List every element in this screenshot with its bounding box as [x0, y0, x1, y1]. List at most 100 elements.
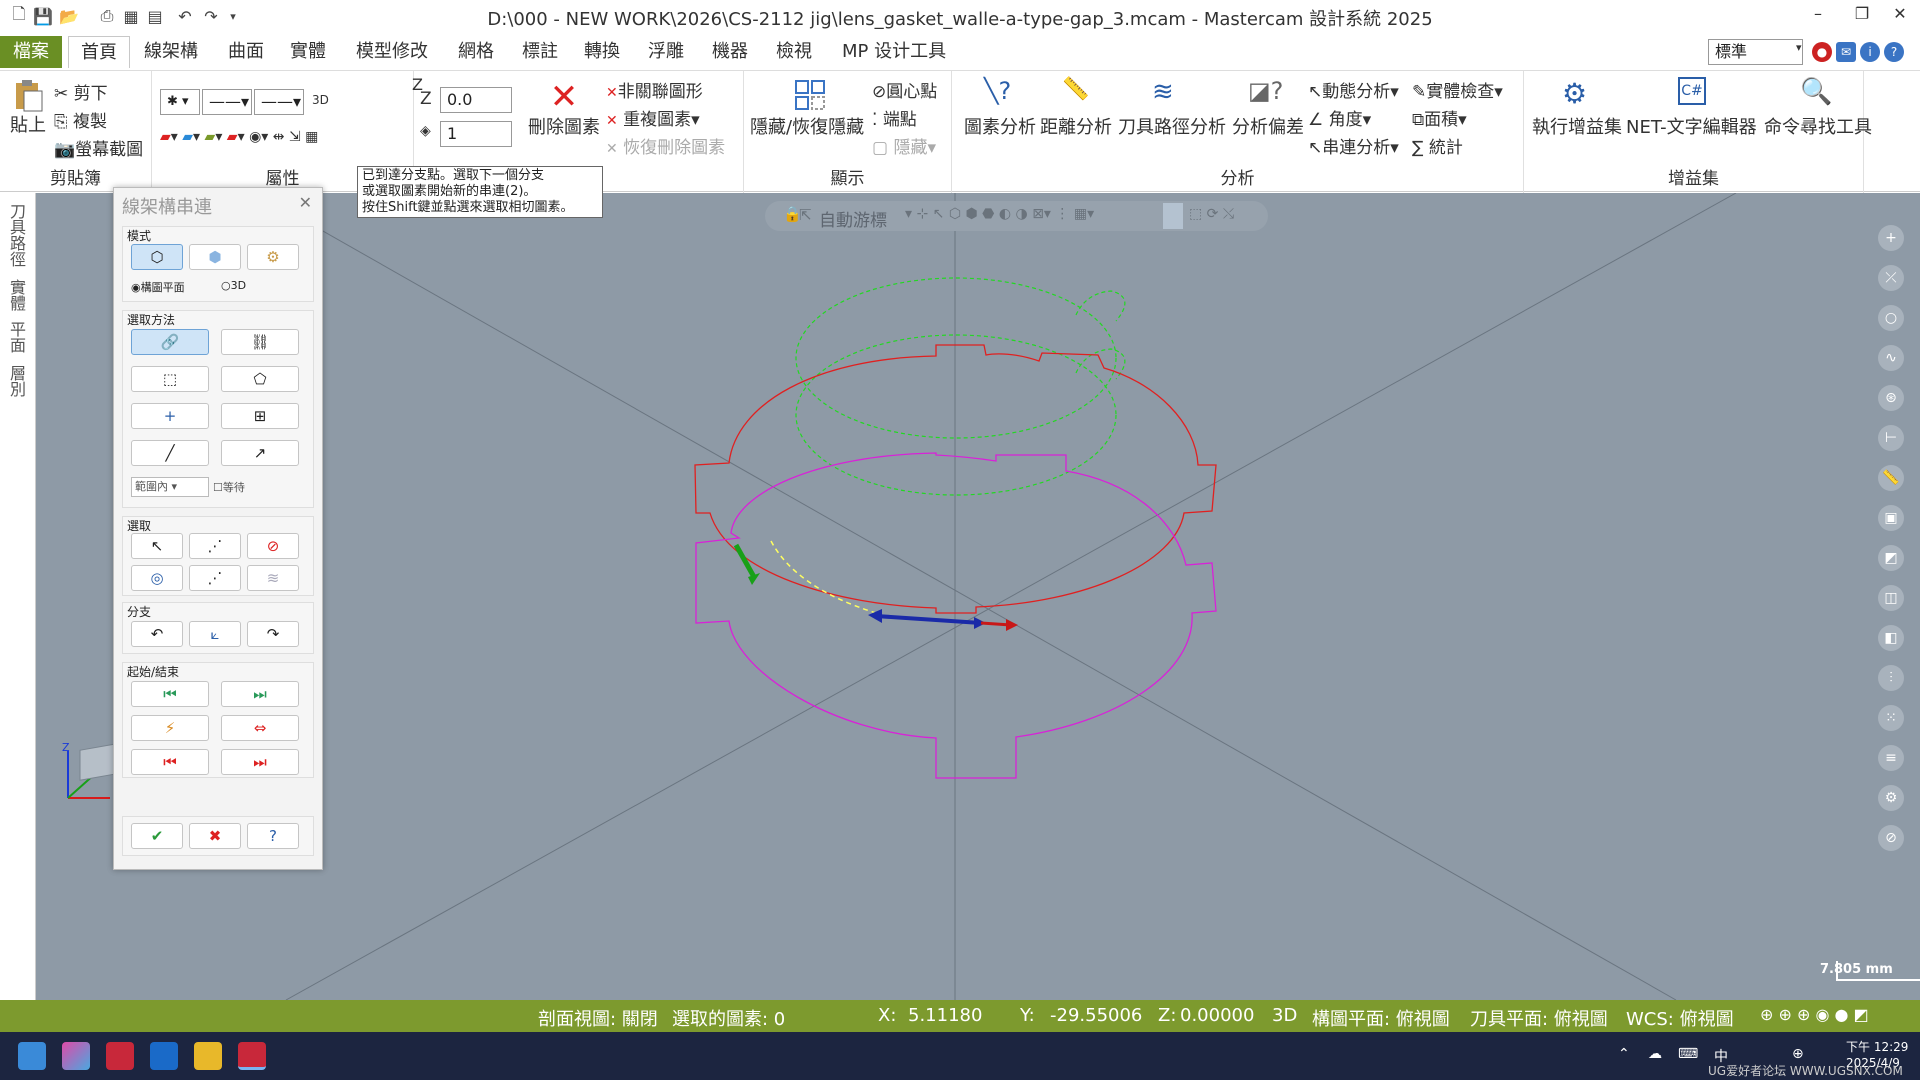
- display-mode-icons[interactable]: ⊕ ⊕ ⊕ ◉ ● ◩: [1760, 1005, 1869, 1024]
- color-icon[interactable]: ◧: [1878, 625, 1904, 651]
- undelete-button[interactable]: ✕ 恢復刪除圖素: [606, 133, 725, 158]
- dynamic-analysis-button[interactable]: ↖動態分析▾: [1308, 77, 1399, 102]
- chain-analysis-button[interactable]: ↖串連分析▾: [1308, 133, 1399, 158]
- solid-color-icon[interactable]: ▰: [182, 129, 193, 145]
- hide-unhide-button[interactable]: 隱藏/恢復隱藏: [750, 113, 864, 139]
- tab-toolpaths[interactable]: 刀具路徑: [7, 203, 28, 267]
- tab-file[interactable]: 檔案: [0, 36, 62, 68]
- deviation-analysis-icon[interactable]: ◪?: [1248, 77, 1284, 113]
- statistics-button[interactable]: ∑ 統計: [1412, 133, 1463, 158]
- tab-solids[interactable]: 實體: [278, 36, 338, 68]
- close-icon[interactable]: ✕: [299, 193, 312, 212]
- outlook-icon[interactable]: [150, 1042, 178, 1070]
- tab-relief[interactable]: 浮雕: [636, 36, 696, 68]
- start-forward-button[interactable]: ⏭: [221, 681, 299, 707]
- distance-analysis-icon[interactable]: 📏: [1062, 77, 1098, 113]
- tab-solids-manager[interactable]: 實體: [7, 279, 28, 311]
- view-icon[interactable]: ⊛: [1878, 385, 1904, 411]
- material-icon[interactable]: ◉: [249, 129, 261, 145]
- toolpath-analysis-button[interactable]: 刀具路徑分析: [1118, 113, 1226, 139]
- tab-home[interactable]: 首頁: [68, 36, 130, 68]
- clock-time[interactable]: 下午 12:29: [1846, 1038, 1908, 1055]
- copilot-icon[interactable]: [62, 1042, 90, 1070]
- distance-analysis-button[interactable]: 距離分析: [1040, 113, 1112, 139]
- radio-plane[interactable]: ◉構圖平面: [131, 279, 185, 295]
- reverse-chain-button[interactable]: ⇔: [221, 715, 299, 741]
- tab-mesh[interactable]: 網格: [446, 36, 506, 68]
- measure-icon[interactable]: 📏: [1878, 465, 1904, 491]
- layers-icon[interactable]: ≡: [1878, 745, 1904, 771]
- branch-forward-button[interactable]: ↷: [247, 621, 299, 647]
- wire-shade-icon[interactable]: ◫: [1878, 585, 1904, 611]
- reverse-button[interactable]: ◎: [131, 565, 183, 591]
- selection-tools-icons[interactable]: ▾ ⊹ ↖ ⬡ ⬢ ⬣ ◐ ◑ ⊠▾ ⋮ ▦▾: [905, 206, 1094, 222]
- single-point-button[interactable]: +: [131, 403, 209, 429]
- line-style-select[interactable]: ——▾: [202, 89, 252, 115]
- start-back-button[interactable]: ⏮: [131, 681, 209, 707]
- file-explorer-icon[interactable]: [194, 1042, 222, 1070]
- area-select-button[interactable]: ⊞: [221, 403, 299, 429]
- tab-surfaces[interactable]: 曲面: [216, 36, 276, 68]
- construction-plane-status[interactable]: 構圖平面: 俯視圖: [1312, 1005, 1450, 1031]
- partial-chain-button[interactable]: ⛓: [221, 329, 299, 355]
- copy-button[interactable]: ⎘ 複製: [54, 107, 107, 132]
- solid-mode-button[interactable]: ⬢: [189, 244, 241, 270]
- tab-dimension[interactable]: 標註: [510, 36, 570, 68]
- endpoints-button[interactable]: ⁚ 端點: [872, 105, 917, 130]
- windows-start-icon[interactable]: [18, 1042, 46, 1070]
- style-select[interactable]: 標準: [1708, 39, 1803, 65]
- duplicate-button[interactable]: ✕ 重複圖素▾: [606, 105, 700, 130]
- keyboard-icon[interactable]: ⌨: [1678, 1046, 1698, 1062]
- ok-button[interactable]: ✔: [131, 823, 183, 849]
- shaded-icon[interactable]: ◩: [1878, 545, 1904, 571]
- section-view-status[interactable]: 剖面視圖: 關閉: [538, 1005, 658, 1031]
- wait-checkbox[interactable]: ☐等待: [213, 479, 245, 495]
- tool-plane-status[interactable]: 刀具平面: 俯視圖: [1470, 1005, 1608, 1031]
- surface-color-icon[interactable]: ▰: [205, 129, 216, 145]
- mode-3d-status[interactable]: 3D: [1272, 1005, 1297, 1026]
- screenshot-button[interactable]: 📷螢幕截圖: [54, 135, 143, 160]
- chain-button[interactable]: 🔗: [131, 329, 209, 355]
- tab-mp-design[interactable]: MP 设计工具: [830, 36, 958, 68]
- sync-button[interactable]: ≋: [247, 565, 299, 591]
- selected-entities-status[interactable]: 選取的圖素: 0: [672, 1005, 785, 1031]
- command-finder-button[interactable]: 命令尋找工具: [1764, 113, 1872, 139]
- chevron-up-icon[interactable]: ⌃: [1618, 1046, 1630, 1062]
- paste-button[interactable]: 貼上: [10, 111, 46, 137]
- tab-transform[interactable]: 轉換: [572, 36, 632, 68]
- range-select[interactable]: 範圍內 ▾: [131, 477, 209, 497]
- tab-planes[interactable]: 平面: [7, 321, 28, 353]
- help-icon[interactable]: ?: [1884, 42, 1904, 62]
- globe-icon[interactable]: ⊕: [1792, 1046, 1804, 1062]
- toolpath-analysis-icon[interactable]: ≋: [1152, 77, 1188, 113]
- tab-view[interactable]: 檢視: [764, 36, 824, 68]
- zoom-in-icon[interactable]: +: [1878, 225, 1904, 251]
- end-back-button[interactable]: ⏮: [131, 749, 209, 775]
- select-intersect-button[interactable]: ⋰: [189, 533, 241, 559]
- level-input[interactable]: 1: [440, 121, 512, 147]
- tab-levels[interactable]: 層別: [7, 365, 28, 397]
- auto-cursor-label[interactable]: 自動游標: [819, 206, 887, 231]
- camera-view-icon[interactable]: ▣: [1878, 505, 1904, 531]
- chain-feature-button[interactable]: ⋰: [189, 565, 241, 591]
- line-width-select[interactable]: ——▾: [254, 89, 304, 115]
- section-icon[interactable]: ⫶: [1878, 665, 1904, 691]
- unselect-button[interactable]: ⊘: [247, 533, 299, 559]
- set-attributes-icon[interactable]: ⇲: [289, 129, 301, 145]
- mastercam-logo-icon[interactable]: ●: [1812, 42, 1832, 62]
- center-point-button[interactable]: ⊘圓心點: [872, 77, 937, 102]
- clear-colors-icon[interactable]: ⇹: [273, 129, 285, 145]
- deviation-analysis-button[interactable]: 分析偏差: [1232, 113, 1304, 139]
- line-color-icon[interactable]: ▰: [227, 129, 238, 145]
- entity-analysis-button[interactable]: 圖素分析: [964, 113, 1036, 139]
- settings-icon[interactable]: ⚙: [1878, 785, 1904, 811]
- paste-icon[interactable]: [10, 77, 46, 113]
- run-addin-icon[interactable]: ⚙: [1562, 77, 1598, 113]
- chat-icon[interactable]: ✉: [1836, 42, 1856, 62]
- mastercam-taskbar-icon[interactable]: [106, 1042, 134, 1070]
- tab-machine[interactable]: 機器: [700, 36, 760, 68]
- close-button[interactable]: ✕: [1878, 4, 1920, 28]
- dynamic-start-button[interactable]: ⚡: [131, 715, 209, 741]
- analyze-dist-icon[interactable]: ⤫: [1878, 265, 1904, 291]
- end-forward-button[interactable]: ⏭: [221, 749, 299, 775]
